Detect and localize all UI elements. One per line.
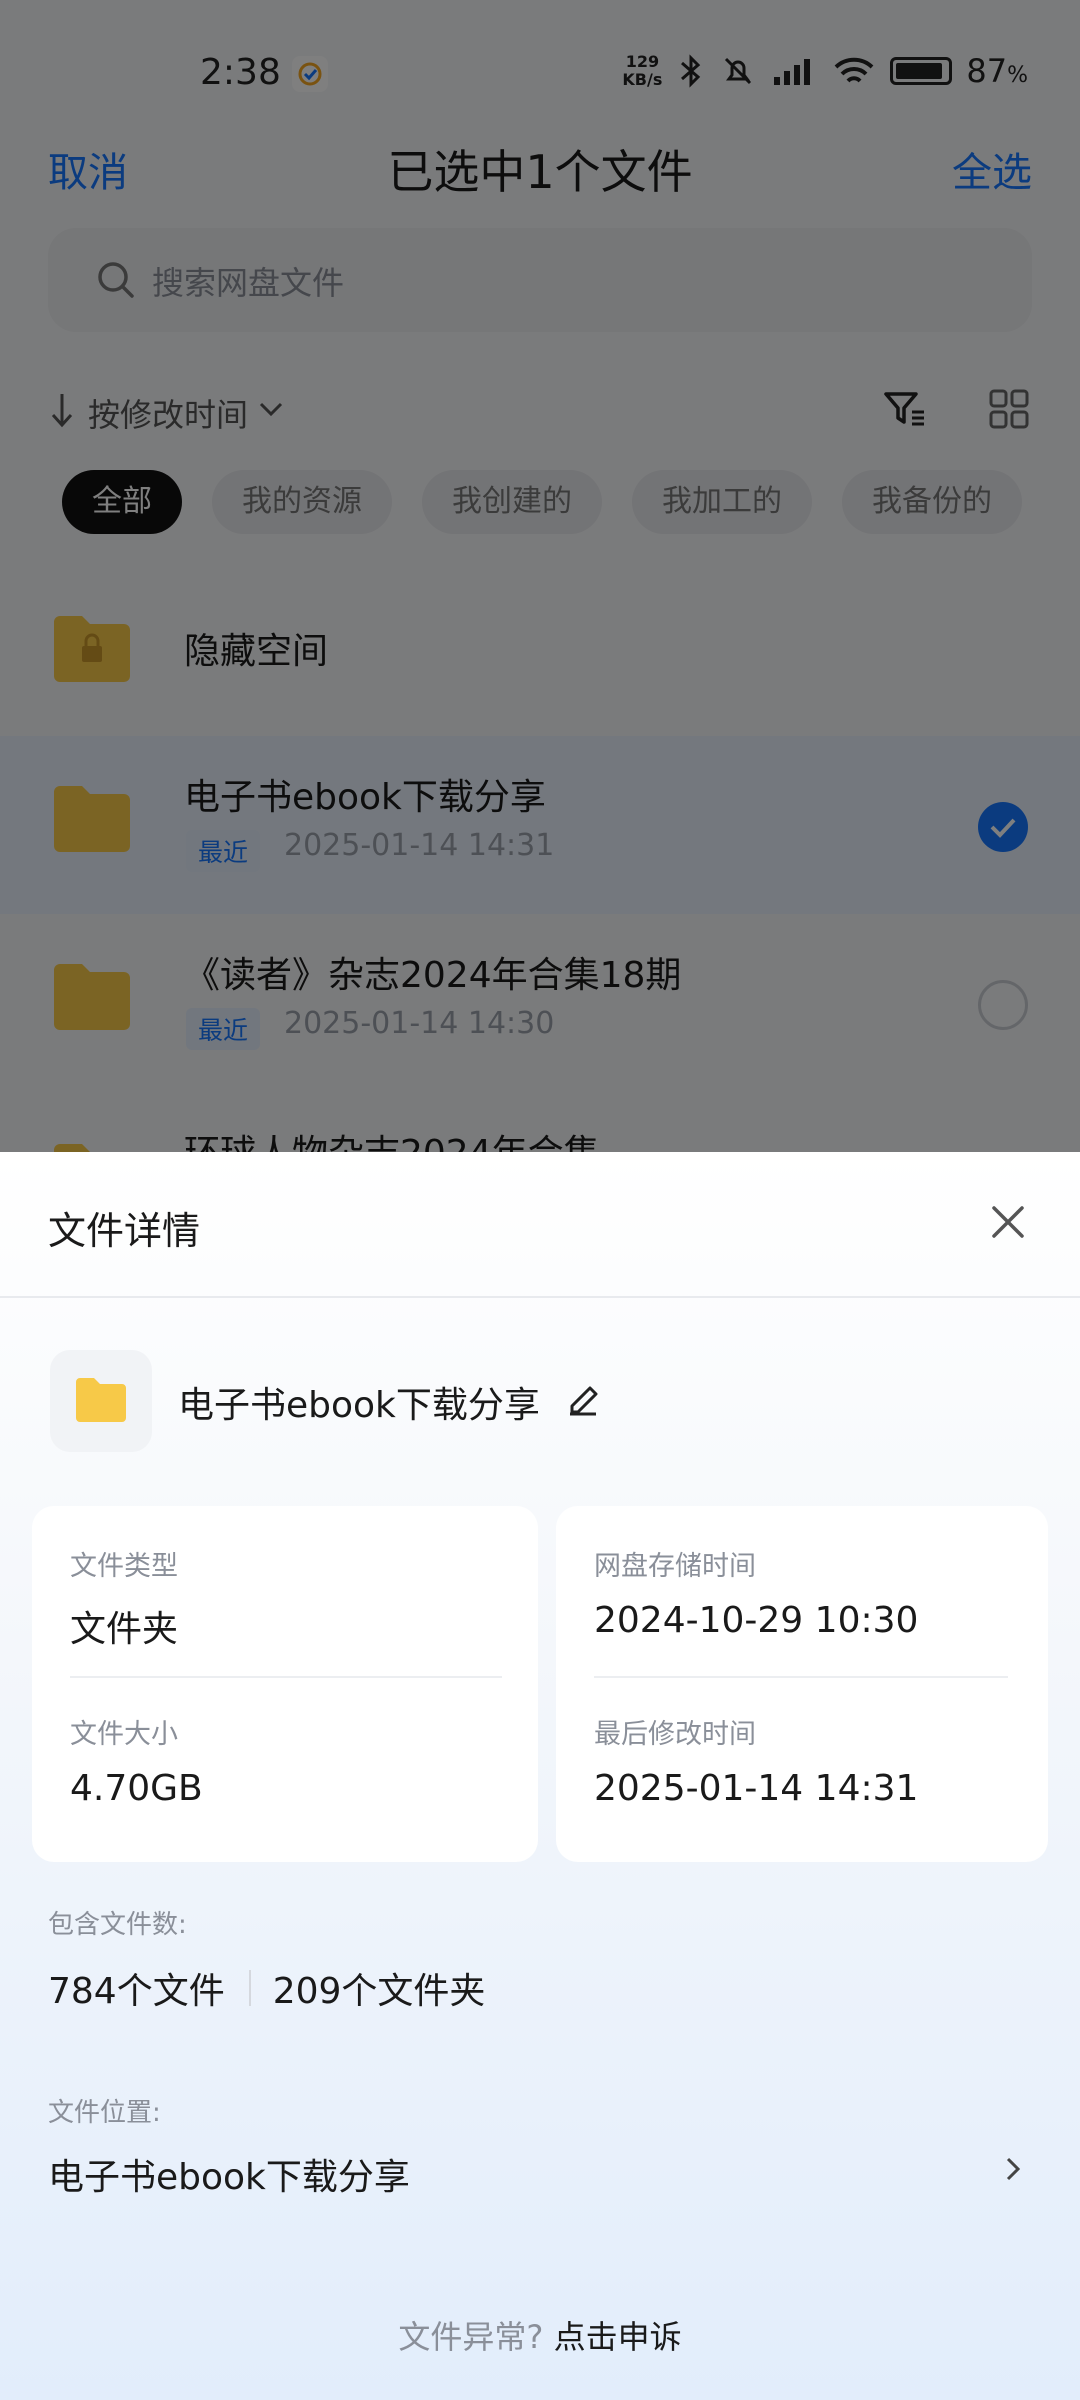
divider	[248, 1970, 251, 2006]
stored-time-label: 网盘存储时间	[594, 1551, 756, 1582]
stored-time-value: 2024-10-29 10:30	[594, 1600, 919, 1641]
file-details-sheet: 文件详情 电子书ebook下载分享 文件类型 文件夹 文件大小 4.70GB 网…	[0, 1152, 1080, 2400]
divider	[70, 1676, 502, 1678]
close-icon[interactable]	[988, 1202, 1028, 1242]
folder-icon	[76, 1378, 126, 1422]
contains-count: 784个文件 209个文件夹	[48, 1962, 485, 2014]
appeal-link[interactable]: 点击申诉	[554, 2318, 682, 2356]
file-list-screen: 2:38 129 KB/s 87% 已选中1个文件 取消 全选 搜索网盘文件 按…	[0, 0, 1080, 1160]
info-card-type-size: 文件类型 文件夹 文件大小 4.70GB	[32, 1506, 538, 1862]
edit-pencil-icon[interactable]	[564, 1378, 602, 1416]
appeal-question: 文件异常?	[398, 2318, 544, 2356]
info-card-times: 网盘存储时间 2024-10-29 10:30 最后修改时间 2025-01-1…	[556, 1506, 1048, 1862]
folder-count: 209个文件夹	[272, 1971, 486, 2012]
detail-file-name: 电子书ebook下载分享	[178, 1385, 540, 1426]
file-thumbnail	[50, 1350, 152, 1452]
contains-count-label: 包含文件数:	[48, 1910, 187, 1940]
modified-time-label: 最后修改时间	[594, 1719, 756, 1750]
modal-overlay[interactable]	[0, 0, 1080, 1160]
chevron-right-icon[interactable]	[998, 2154, 1028, 2184]
file-type-value: 文件夹	[70, 1609, 179, 1650]
location-label: 文件位置:	[48, 2098, 161, 2128]
divider	[594, 1676, 1008, 1678]
file-size-value: 4.70GB	[70, 1768, 203, 1809]
divider	[0, 1296, 1080, 1298]
location-link[interactable]: 电子书ebook下载分享	[48, 2148, 410, 2200]
appeal-row: 文件异常? 点击申诉	[0, 2312, 1080, 2358]
modified-time-value: 2025-01-14 14:31	[594, 1768, 919, 1809]
file-count: 784个文件	[48, 1971, 225, 2012]
sheet-title: 文件详情	[48, 1209, 201, 1253]
file-type-label: 文件类型	[70, 1551, 178, 1582]
file-size-label: 文件大小	[70, 1719, 178, 1750]
